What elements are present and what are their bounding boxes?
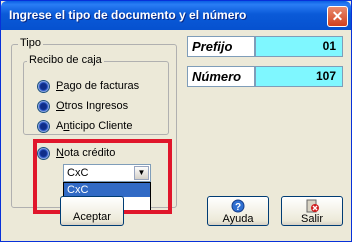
ayuda-button[interactable]: ? Ayuda xyxy=(207,196,269,226)
close-button[interactable]: ✕ xyxy=(327,6,348,27)
window-title: Ingrese el tipo de documento y el número xyxy=(9,8,247,22)
radio-selected-icon xyxy=(37,119,50,133)
exit-icon xyxy=(306,199,319,213)
prefijo-label: Prefijo xyxy=(187,36,255,57)
radio-otros-ingresos[interactable]: Otros Ingresos xyxy=(37,98,128,114)
tipo-legend: Tipo xyxy=(18,37,43,49)
dialog-body: Tipo Recibo de caja Pago de facturas Otr… xyxy=(5,30,347,238)
prefijo-field[interactable]: 01 xyxy=(255,36,343,57)
salir-button[interactable]: Salir xyxy=(281,196,343,226)
help-icon: ? xyxy=(231,199,245,213)
numero-field[interactable]: 107 xyxy=(255,66,343,87)
radio-selected-icon xyxy=(37,79,50,93)
aceptar-label: Aceptar xyxy=(73,211,111,223)
radio-selected-icon xyxy=(37,99,50,113)
radio-pago-facturas[interactable]: Pago de facturas xyxy=(37,78,139,94)
radio-anticipo-cliente-label: Anticipo Cliente xyxy=(56,120,133,132)
aceptar-button[interactable]: Aceptar xyxy=(60,196,124,226)
radio-pago-facturas-label: Pago de facturas xyxy=(56,80,140,92)
radio-otros-ingresos-label: Otros Ingresos xyxy=(56,100,129,112)
ayuda-label: Ayuda xyxy=(222,213,254,225)
numero-label: Número xyxy=(187,66,255,87)
dialog-window: Ingrese el tipo de documento y el número… xyxy=(0,0,352,242)
close-icon: ✕ xyxy=(331,8,344,24)
radio-anticipo-cliente[interactable]: Anticipo Cliente xyxy=(37,118,132,134)
svg-text:?: ? xyxy=(235,202,241,213)
title-bar[interactable]: Ingrese el tipo de documento y el número… xyxy=(1,1,351,30)
recibo-legend: Recibo de caja xyxy=(27,54,104,66)
salir-label: Salir xyxy=(300,213,323,225)
